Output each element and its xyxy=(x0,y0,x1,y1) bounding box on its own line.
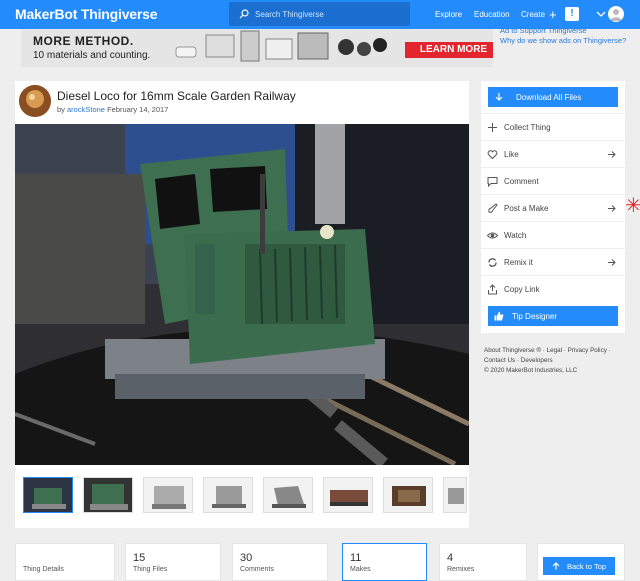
download-icon xyxy=(495,93,503,101)
designer-avatar[interactable] xyxy=(19,85,51,117)
developers-link[interactable]: Developers xyxy=(521,357,553,364)
tip-designer-label: Tip Designer xyxy=(512,311,558,321)
eye-icon xyxy=(487,232,498,238)
plus-icon xyxy=(488,122,497,132)
like-label: Like xyxy=(504,149,519,159)
top-navigation-bar: MakerBot Thingiverse Explore Education C… xyxy=(0,0,640,29)
privacy-policy-link[interactable]: Privacy Policy xyxy=(568,347,607,354)
tab-thing-details[interactable]: Thing Details xyxy=(15,543,115,581)
author-link[interactable]: arockStone xyxy=(67,105,105,114)
why-ads-link[interactable]: Why do we show ads on Thingiverse? xyxy=(500,36,630,46)
copy-link-label: Copy Link xyxy=(504,284,540,294)
comment-icon xyxy=(487,176,498,187)
tab-comments[interactable]: 30 Comments xyxy=(232,543,328,581)
tab-label: Thing Files xyxy=(133,566,168,573)
thing-byline: by arockStone February 14, 2017 xyxy=(57,105,168,114)
user-avatar[interactable] xyxy=(608,6,624,22)
plus-icon: + xyxy=(549,7,557,22)
search-icon xyxy=(239,9,249,19)
tab-count: 15 xyxy=(133,552,146,564)
tab-label: Makes xyxy=(350,566,371,573)
post-a-make-label: Post a Make xyxy=(504,203,549,213)
watch-label: Watch xyxy=(504,230,527,240)
remix-icon xyxy=(488,257,497,267)
tab-thing-files[interactable]: 15 Thing Files xyxy=(125,543,221,581)
publish-date: February 14, 2017 xyxy=(107,105,169,114)
footer-links: About Thingiverse ® · Legal · Privacy Po… xyxy=(484,346,634,376)
nav-education[interactable]: Education xyxy=(474,0,510,29)
thumbnail[interactable] xyxy=(263,477,313,513)
brush-icon xyxy=(488,202,498,213)
thumbnail[interactable] xyxy=(143,477,193,513)
thing-card: Diesel Loco for 16mm Scale Garden Railwa… xyxy=(15,81,469,528)
footer-line-1: About Thingiverse ® · Legal · Privacy Po… xyxy=(484,347,611,354)
back-to-top-label: Back to Top xyxy=(567,561,607,571)
tab-count: 4 xyxy=(447,552,454,564)
thing-tabs: Thing Details 15 Thing Files 30 Comments… xyxy=(15,543,625,581)
watch-action[interactable]: Watch xyxy=(481,221,625,248)
about-link[interactable]: About Thingiverse ® xyxy=(484,347,541,354)
copyright: © 2020 MakerBot Industries, LLC xyxy=(484,367,578,374)
comment-label: Comment xyxy=(504,176,539,186)
collect-thing-label: Collect Thing xyxy=(504,122,551,132)
thing-title: Diesel Loco for 16mm Scale Garden Railwa… xyxy=(57,89,296,103)
thumbnail[interactable] xyxy=(83,477,133,513)
copy-link-action[interactable]: Copy Link xyxy=(481,275,625,302)
tab-makes[interactable]: 11 Makes xyxy=(342,543,427,581)
tab-label: Thing Details xyxy=(23,566,64,573)
logo-product: Thingiverse xyxy=(80,6,158,22)
tab-count: 30 xyxy=(240,552,253,564)
nav-create-label: Create xyxy=(521,10,546,19)
thumbnail[interactable] xyxy=(323,477,373,513)
thumbnail[interactable] xyxy=(23,477,73,513)
thumbnail[interactable] xyxy=(383,477,433,513)
makerbot-thingiverse-logo[interactable]: MakerBot Thingiverse xyxy=(15,6,157,22)
share-icon xyxy=(488,283,497,294)
arrow-right-icon[interactable] xyxy=(607,258,616,267)
back-to-top-button[interactable]: Back to Top xyxy=(543,557,615,575)
heart-icon xyxy=(487,149,498,159)
tab-remixes[interactable]: 4 Remixes xyxy=(439,543,527,581)
nav-explore[interactable]: Explore xyxy=(435,0,462,29)
actions-sidebar: Download All Files Collect Thing Like Co… xyxy=(481,81,625,333)
ad-links: Ad to Support Thingiverse Why do we show… xyxy=(500,26,630,46)
notification-icon[interactable]: ! xyxy=(565,7,579,21)
footer-line-2: Contact Us · Developers xyxy=(484,357,553,364)
arrow-right-icon[interactable] xyxy=(607,204,616,213)
main-thing-image[interactable] xyxy=(15,124,469,465)
byline-prefix: by xyxy=(57,105,65,114)
remix-it-action[interactable]: Remix it xyxy=(481,248,625,275)
tip-designer-button[interactable]: Tip Designer xyxy=(488,306,618,326)
arrow-right-icon[interactable] xyxy=(607,150,616,159)
download-label: Download All Files xyxy=(516,92,582,102)
tab-count: 11 xyxy=(350,552,362,564)
ad-support-link[interactable]: Ad to Support Thingiverse xyxy=(500,26,630,36)
thumbnail-strip xyxy=(22,477,467,513)
legal-link[interactable]: Legal xyxy=(547,347,562,354)
thumbnail[interactable] xyxy=(443,477,467,513)
comment-action[interactable]: Comment xyxy=(481,167,625,194)
marker-asterisk-icon: ✳ xyxy=(625,195,640,217)
tab-label: Comments xyxy=(240,566,274,573)
like-action[interactable]: Like xyxy=(481,140,625,167)
ad-product-image xyxy=(166,29,401,67)
contact-us-link[interactable]: Contact Us xyxy=(484,357,515,364)
arrow-up-icon xyxy=(552,562,560,570)
ad-title: MORE METHOD. xyxy=(33,34,134,48)
download-all-files-button[interactable]: Download All Files xyxy=(488,87,618,107)
logo-brand: MakerBot xyxy=(15,6,78,22)
search-input[interactable] xyxy=(255,9,405,19)
learn-more-button[interactable]: LEARN MORE xyxy=(405,42,493,58)
remix-it-label: Remix it xyxy=(504,257,533,267)
chevron-down-icon[interactable] xyxy=(596,9,606,19)
thumbs-up-icon xyxy=(494,311,504,321)
nav-create[interactable]: Create + xyxy=(521,0,557,29)
advertisement-banner[interactable]: MORE METHOD. 10 materials and counting. … xyxy=(21,29,493,67)
thumbnail[interactable] xyxy=(203,477,253,513)
ad-subtitle: 10 materials and counting. xyxy=(33,50,151,61)
collect-thing-action[interactable]: Collect Thing xyxy=(481,113,625,140)
tab-label: Remixes xyxy=(447,566,475,573)
search-box[interactable] xyxy=(229,2,410,26)
post-a-make-action[interactable]: Post a Make xyxy=(481,194,625,221)
